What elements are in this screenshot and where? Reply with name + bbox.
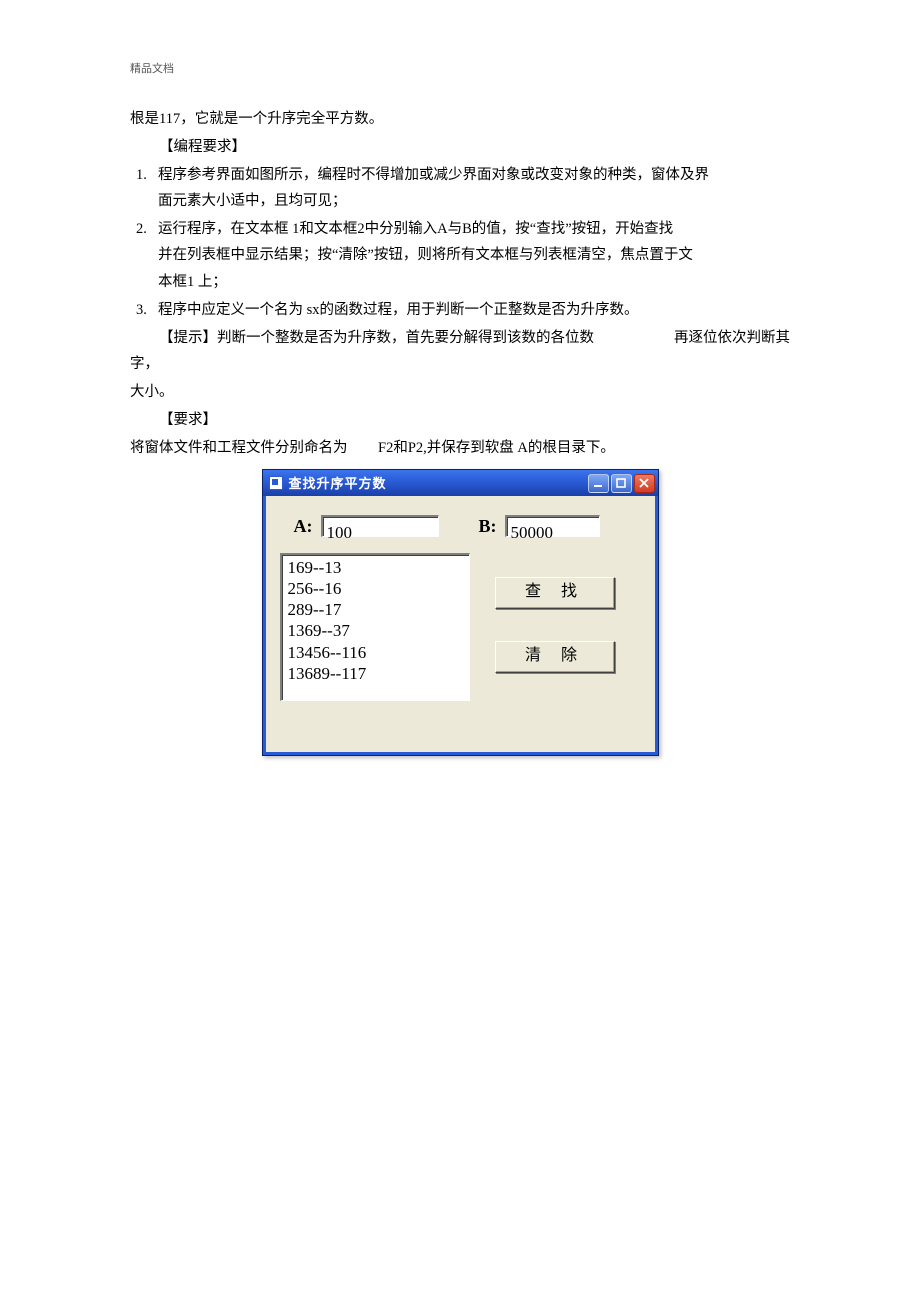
vb-window: 查找升序平方数 A: 100 B: <box>262 469 659 756</box>
req-heading: 【编程要求】 <box>130 134 790 160</box>
window-title: 查找升序平方数 <box>289 472 586 495</box>
list-item[interactable]: 13689--117 <box>288 663 463 684</box>
find-button[interactable]: 查 找 <box>495 577 615 609</box>
req-item-text: 本框1 上； <box>158 269 790 295</box>
list-item[interactable]: 1369--37 <box>288 620 463 641</box>
yq-heading: 【要求】 <box>130 407 790 433</box>
req-item-text: 并在列表框中显示结果；按“清除”按钮，则将所有文本框与列表框清空，焦点置于文 <box>158 242 790 268</box>
result-listbox[interactable]: 169--13 256--16 289--17 1369--37 13456--… <box>280 553 470 701</box>
req-item-text: 运行程序，在文本框 1和文本框2中分别输入A与B的值，按“查找”按钮，开始查找 <box>158 216 790 242</box>
app-icon <box>269 476 283 490</box>
tip-right: 再逐位依次判断其 <box>617 325 790 377</box>
req-item-text: 面元素大小适中，且均可见； <box>158 188 790 214</box>
textbox-a[interactable]: 100 <box>321 515 439 537</box>
clear-button[interactable]: 清 除 <box>495 641 615 673</box>
window-client: A: 100 B: 50000 169--13 256--16 289--17 … <box>263 496 658 755</box>
label-a: A: <box>294 510 313 542</box>
list-item[interactable]: 169--13 <box>288 557 463 578</box>
list-number: 3. <box>136 297 158 323</box>
req-item-text: 程序参考界面如图所示，编程时不得增加或减少界面对象或改变对象的种类，窗体及界 <box>158 162 790 188</box>
tip-left: 【提示】判断一个整数是否为升序数，首先要分解得到该数的各位数字， <box>130 325 617 377</box>
req-item-2: 2. 运行程序，在文本框 1和文本框2中分别输入A与B的值，按“查找”按钮，开始… <box>136 216 790 294</box>
intro-line: 根是117，它就是一个升序完全平方数。 <box>130 106 790 132</box>
req-item-text: 程序中应定义一个名为 sx的函数过程，用于判断一个正整数是否为升序数。 <box>158 297 790 323</box>
maximize-button[interactable] <box>611 474 632 493</box>
tip-tail: 大小。 <box>130 379 790 405</box>
label-b: B: <box>479 510 497 542</box>
save-text-a: 将窗体文件和工程文件分别命名为 <box>130 435 360 461</box>
page-header: 精品文档 <box>130 60 790 76</box>
list-item[interactable]: 13456--116 <box>288 642 463 663</box>
list-item[interactable]: 256--16 <box>288 578 463 599</box>
save-line: 将窗体文件和工程文件分别命名为 F2和P2,并保存到软盘 A的根目录下。 <box>130 435 790 461</box>
list-item[interactable]: 289--17 <box>288 599 463 620</box>
req-item-3: 3. 程序中应定义一个名为 sx的函数过程，用于判断一个正整数是否为升序数。 <box>136 297 790 323</box>
list-number: 1. <box>136 162 158 214</box>
textbox-b[interactable]: 50000 <box>505 515 600 537</box>
close-button[interactable] <box>634 474 655 493</box>
req-item-1: 1. 程序参考界面如图所示，编程时不得增加或减少界面对象或改变对象的种类，窗体及… <box>136 162 790 214</box>
titlebar[interactable]: 查找升序平方数 <box>263 470 658 496</box>
tip-line: 【提示】判断一个整数是否为升序数，首先要分解得到该数的各位数字， 再逐位依次判断… <box>130 325 790 377</box>
list-number: 2. <box>136 216 158 294</box>
save-text-b: F2和P2,并保存到软盘 A的根目录下。 <box>360 435 615 461</box>
minimize-button[interactable] <box>588 474 609 493</box>
